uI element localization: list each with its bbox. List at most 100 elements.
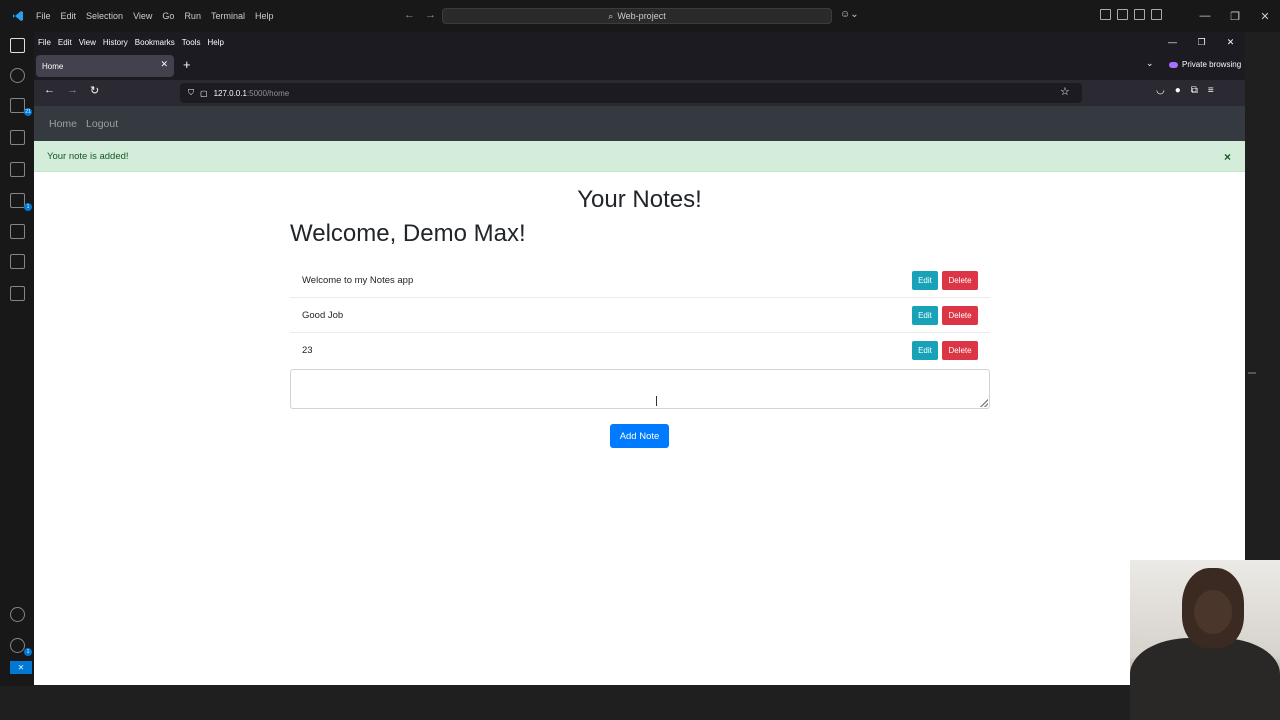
ff-menu-bookmarks[interactable]: Bookmarks [135, 38, 175, 47]
url-path: :5000/home [246, 88, 290, 98]
docker-icon[interactable] [10, 254, 25, 269]
note-text: 23 [302, 345, 313, 356]
remote-explorer-icon[interactable] [10, 162, 25, 177]
note-textarea[interactable] [290, 369, 990, 409]
delete-note-button[interactable]: Delete [942, 271, 978, 290]
extensions-badge: 1 [24, 203, 32, 211]
vscode-activity-bar: 21 1 1 [0, 32, 34, 686]
edit-note-button[interactable]: Edit [912, 306, 938, 325]
success-alert: Your note is added! × [34, 141, 1245, 172]
firefox-toolbar-icons: ◡ ● ⧉ ≡ [1156, 85, 1214, 96]
ff-menu-help[interactable]: Help [207, 38, 223, 47]
vscode-menubar: File Edit Selection View Go Run Terminal… [36, 11, 273, 21]
forward-arrow-icon[interactable]: → [425, 9, 436, 21]
vscode-titlebar: File Edit Selection View Go Run Terminal… [0, 0, 1280, 32]
nav-logout-link[interactable]: Logout [86, 118, 118, 130]
ff-menu-history[interactable]: History [103, 38, 128, 47]
vscode-command-center[interactable]: ⌕ Web-project [442, 8, 832, 24]
extensions-icon[interactable] [10, 193, 25, 208]
shield-icon[interactable]: ⛉ [188, 88, 194, 98]
restore-icon[interactable]: ❐ [1220, 0, 1250, 32]
firefox-menubar: File Edit View History Bookmarks Tools H… [34, 32, 1245, 52]
ff-menu-view[interactable]: View [79, 38, 96, 47]
vscode-menu-edit[interactable]: Edit [61, 11, 77, 21]
bottom-bar [0, 686, 1280, 720]
nav-home-link[interactable]: Home [49, 118, 77, 130]
note-text: Welcome to my Notes app [302, 274, 414, 286]
ff-close-icon[interactable]: ✕ [1216, 32, 1245, 52]
resize-grip-icon[interactable] [980, 399, 988, 407]
vscode-menu-run[interactable]: Run [184, 11, 201, 21]
hamburger-menu-icon[interactable]: ≡ [1208, 85, 1214, 96]
note-item: Good Job Edit Delete [290, 298, 990, 333]
manage-gear-icon[interactable] [10, 638, 25, 653]
vscode-search-label: Web-project [617, 11, 666, 21]
minimize-icon[interactable]: — [1190, 0, 1220, 32]
delete-note-button[interactable]: Delete [942, 341, 978, 360]
database-icon[interactable] [10, 286, 25, 301]
account-icon[interactable]: ● [1175, 85, 1181, 96]
firefox-window-controls: — ❐ ✕ [1158, 32, 1245, 52]
edit-note-button[interactable]: Edit [912, 341, 938, 360]
vscode-menu-selection[interactable]: Selection [86, 11, 123, 21]
run-debug-icon[interactable] [10, 130, 25, 145]
pocket-icon[interactable]: ◡ [1156, 85, 1165, 96]
list-tabs-icon[interactable]: ⌄ [1146, 58, 1154, 69]
app-navbar: Home Logout [34, 106, 1245, 141]
alert-close-icon[interactable]: × [1224, 150, 1231, 164]
notes-list: Welcome to my Notes app Edit Delete Good… [290, 263, 990, 368]
testing-icon[interactable] [10, 224, 25, 239]
firefox-tabbar: Home ✕ + ⌄ Private browsing [34, 52, 1245, 80]
remote-indicator-icon[interactable]: ⨯ [10, 661, 32, 674]
toggle-secondary-sidebar-icon[interactable] [1134, 9, 1145, 20]
ff-minimize-icon[interactable]: — [1158, 32, 1187, 52]
ff-restore-icon[interactable]: ❐ [1187, 32, 1216, 52]
vscode-menu-view[interactable]: View [133, 11, 152, 21]
extensions-puzzle-icon[interactable]: ⧉ [1191, 85, 1198, 96]
tab-title: Home [42, 61, 64, 71]
explorer-icon[interactable] [10, 38, 25, 53]
add-note-button[interactable]: Add Note [610, 424, 669, 448]
web-page: Home Logout Your note is added! × Your N… [34, 106, 1245, 685]
toggle-sidebar-icon[interactable] [1100, 9, 1111, 20]
url-bar[interactable]: ⛉ ▢ 127.0.0.1:5000/home [180, 83, 1082, 103]
delete-note-button[interactable]: Delete [942, 306, 978, 325]
close-icon[interactable]: ✕ [1250, 0, 1280, 32]
vscode-window-controls: — ❐ ✕ [1190, 0, 1280, 32]
vscode-menu-help[interactable]: Help [255, 11, 274, 21]
alert-message: Your note is added! [47, 150, 129, 162]
tab-close-icon[interactable]: ✕ [160, 59, 168, 70]
back-arrow-icon[interactable]: ← [404, 9, 415, 21]
scrollbar-thumb[interactable] [1248, 372, 1256, 374]
source-control-badge: 21 [24, 108, 32, 116]
welcome-heading: Welcome, Demo Max! [290, 220, 526, 247]
ff-menu-edit[interactable]: Edit [58, 38, 72, 47]
accounts-icon[interactable] [10, 607, 25, 622]
forward-icon[interactable]: → [67, 84, 78, 96]
vscode-logo-icon [0, 0, 36, 32]
ff-menu-tools[interactable]: Tools [182, 38, 201, 47]
vscode-history-nav: ← → [404, 9, 436, 21]
url-host: 127.0.0.1 [213, 88, 247, 98]
back-icon[interactable]: ← [44, 84, 55, 96]
webcam-overlay [1130, 560, 1280, 720]
copilot-icon[interactable]: ☺⌄ [840, 9, 859, 20]
vscode-menu-go[interactable]: Go [162, 11, 174, 21]
manage-badge: 1 [24, 648, 32, 656]
search-icon: ⌕ [608, 10, 614, 21]
note-item: Welcome to my Notes app Edit Delete [290, 263, 990, 298]
tab-home[interactable]: Home ✕ [36, 55, 174, 77]
page-info-icon[interactable]: ▢ [200, 89, 208, 98]
vscode-menu-file[interactable]: File [36, 11, 51, 21]
ff-menu-file[interactable]: File [38, 38, 51, 47]
bookmark-star-icon[interactable]: ☆ [1060, 85, 1070, 98]
reload-icon[interactable]: ↻ [90, 84, 99, 97]
search-icon[interactable] [10, 68, 25, 83]
customize-layout-icon[interactable] [1151, 9, 1162, 20]
source-control-icon[interactable] [10, 98, 25, 113]
webcam-person-face [1194, 590, 1232, 634]
toggle-panel-icon[interactable] [1117, 9, 1128, 20]
vscode-menu-terminal[interactable]: Terminal [211, 11, 245, 21]
new-tab-icon[interactable]: + [183, 57, 191, 72]
edit-note-button[interactable]: Edit [912, 271, 938, 290]
